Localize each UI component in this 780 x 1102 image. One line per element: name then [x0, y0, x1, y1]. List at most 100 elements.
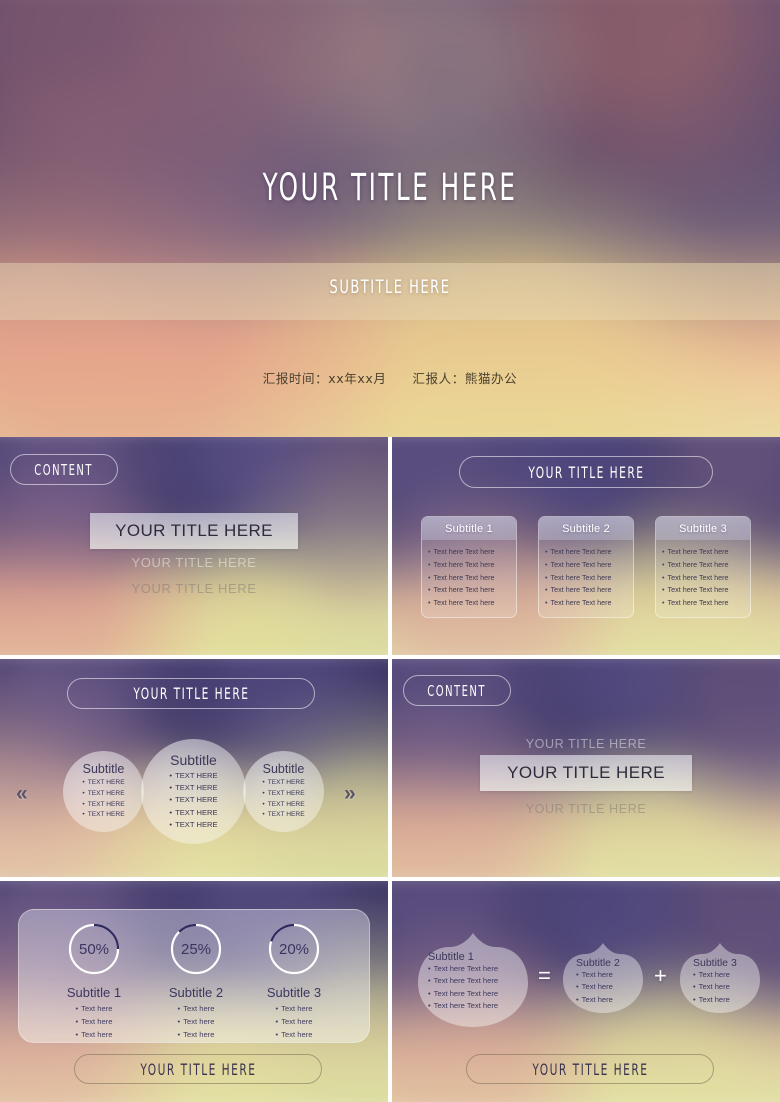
operator-plus: + [654, 963, 667, 988]
leaf-list-3: Text here Text here Text here [693, 969, 763, 1006]
stat-label-1: Subtitle 1 Text here Text here Text here [39, 985, 149, 1041]
report-author-label: 汇报人： [412, 371, 465, 386]
next-chevron-icon[interactable]: » [344, 782, 356, 806]
main-title-text: YOUR TITLE HERE [115, 521, 273, 540]
list-item: TEXT HERE [262, 778, 305, 789]
list-item: Text here [39, 1015, 149, 1028]
leaf-list-1: Text here Text here Text here Text here … [428, 963, 532, 1012]
slide-three-column-list[interactable]: YOUR TITLE HERE Subtitle 1 Text here Tex… [392, 437, 780, 655]
main-title-text: YOUR TITLE HERE [507, 763, 665, 782]
column-header-3: Subtitle 3 [656, 517, 750, 540]
list-item: Text here [239, 1002, 349, 1015]
list-item: Text here Text here [545, 597, 628, 610]
circle-head-1: Subtitle [82, 762, 125, 777]
list-item: Text here Text here [662, 572, 745, 585]
list-item: TEXT HERE [169, 807, 217, 819]
slide-section-divider-1[interactable]: CONTENT YOUR TITLE HERE YOUR TITLE HERE … [0, 437, 388, 655]
column-list-3: Text here Text here Text here Text here … [656, 540, 750, 617]
leaf-head-3: Subtitle 3 [693, 957, 737, 969]
ghost-title-1: YOUR TITLE HERE [131, 555, 257, 570]
list-item: Text here [239, 1028, 349, 1041]
stat-head-2: Subtitle 2 [168, 985, 224, 1000]
leaf-shape-2[interactable]: Subtitle 2 Text here Text here Text here [560, 937, 646, 1017]
list-item: TEXT HERE [82, 800, 125, 811]
stat-label-2: Subtitle 2 Text here Text here Text here [141, 985, 251, 1041]
circle-list-1: TEXT HERE TEXT HERE TEXT HERE TEXT HERE [82, 778, 125, 821]
list-item: TEXT HERE [262, 800, 305, 811]
content-badge[interactable]: CONTENT [10, 454, 118, 485]
column-card-1[interactable]: Subtitle 1 Text here Text here Text here… [421, 516, 517, 619]
ghost-title-1: YOUR TITLE HERE [525, 737, 647, 751]
list-item: TEXT HERE [82, 789, 125, 800]
circle-card-1[interactable]: Subtitle TEXT HERE TEXT HERE TEXT HERE T… [63, 751, 144, 832]
prev-chevron-icon[interactable]: « [16, 782, 28, 806]
list-item: TEXT HERE [262, 789, 305, 800]
report-date-label: 汇报时间： [262, 371, 329, 386]
list-item: Text here Text here [545, 584, 628, 597]
report-author-value: 熊猫办公 [464, 371, 518, 386]
list-item: Text here Text here [428, 559, 511, 572]
leaf-shape-3[interactable]: Subtitle 3 Text here Text here Text here [677, 937, 763, 1017]
circle-head-2: Subtitle [170, 751, 217, 768]
content-badge[interactable]: CONTENT [403, 675, 511, 706]
list-item: Text here [576, 969, 646, 981]
donut-chart-2: 25% [168, 921, 224, 977]
slide-percentage-donuts[interactable]: 50% 25% 20% Subtitle 1 Text here [0, 881, 388, 1102]
presentation-meta: 汇报时间：xx年xx月 汇报人：熊猫办公 [0, 368, 780, 387]
slide-equation-leaves[interactable]: Subtitle 1 Text here Text here Text here… [392, 881, 780, 1102]
list-item: Text here [693, 981, 763, 993]
list-item: Text here [141, 1002, 251, 1015]
ghost-title-2: YOUR TITLE HERE [131, 581, 257, 596]
donut-percent-1: 50% [78, 940, 110, 958]
list-item: Text here [141, 1015, 251, 1028]
column-list-1: Text here Text here Text here Text here … [422, 540, 516, 617]
circle-card-3[interactable]: Subtitle TEXT HERE TEXT HERE TEXT HERE T… [243, 751, 324, 832]
circle-list-3: TEXT HERE TEXT HERE TEXT HERE TEXT HERE [262, 778, 305, 821]
list-item: Text here Text here [662, 546, 745, 559]
stat-list-2: Text here Text here Text here [141, 1002, 251, 1041]
list-item: Text here [693, 969, 763, 981]
column-header-2: Subtitle 2 [539, 517, 633, 540]
stat-list-3: Text here Text here Text here [239, 1002, 349, 1041]
stat-head-1: Subtitle 1 [66, 985, 122, 1000]
report-date-value: xx年xx月 [328, 371, 387, 386]
circle-head-3: Subtitle [262, 762, 305, 777]
slide-thumbnail-grid: CONTENT YOUR TITLE HERE YOUR TITLE HERE … [0, 437, 780, 1102]
leaf-list-2: Text here Text here Text here [576, 969, 646, 1006]
stat-head-3: Subtitle 3 [266, 985, 322, 1000]
stat-list-1: Text here Text here Text here [39, 1002, 149, 1041]
column-card-3[interactable]: Subtitle 3 Text here Text here Text here… [655, 516, 751, 619]
list-item: Text here Text here [545, 559, 628, 572]
list-item: Text here Text here [545, 546, 628, 559]
slide-section-divider-2[interactable]: CONTENT YOUR TITLE HERE YOUR TITLE HERE … [392, 659, 780, 877]
donut-percent-2: 25% [180, 940, 212, 958]
circle-card-2[interactable]: Subtitle TEXT HERE TEXT HERE TEXT HERE T… [141, 739, 246, 844]
list-item: Text here Text here [428, 597, 511, 610]
list-item: TEXT HERE [262, 810, 305, 821]
list-item: Text here [39, 1028, 149, 1041]
list-item: Text here Text here [428, 988, 532, 1000]
list-item: Text here Text here [428, 572, 511, 585]
footer-title-pill[interactable]: YOUR TITLE HERE [74, 1054, 322, 1084]
leaf-head-2: Subtitle 2 [576, 957, 620, 969]
circle-list-2: TEXT HERE TEXT HERE TEXT HERE TEXT HERE … [169, 770, 217, 831]
slide-three-circle-diagram[interactable]: YOUR TITLE HERE « Subtitle TEXT HERE TEX… [0, 659, 388, 877]
list-item: Text here [141, 1028, 251, 1041]
list-item: TEXT HERE [169, 794, 217, 806]
column-header-1: Subtitle 1 [422, 517, 516, 540]
list-item: TEXT HERE [169, 770, 217, 782]
main-title-block: YOUR TITLE HERE [90, 513, 298, 549]
leaf-head-1: Subtitle 1 [428, 951, 474, 963]
list-item: Text here Text here [545, 572, 628, 585]
list-item: Text here Text here [428, 584, 511, 597]
donut-percent-3: 20% [278, 940, 310, 958]
title-slide: YOUR TITLE HERE SUBTITLE HERE 汇报时间：xx年xx… [0, 0, 780, 437]
column-card-2[interactable]: Subtitle 2 Text here Text here Text here… [538, 516, 634, 619]
leaf-shape-1[interactable]: Subtitle 1 Text here Text here Text here… [414, 925, 532, 1033]
ghost-title-2: YOUR TITLE HERE [525, 802, 647, 816]
list-item: Text here [239, 1015, 349, 1028]
list-item: Text here Text here [662, 559, 745, 572]
footer-title-pill[interactable]: YOUR TITLE HERE [466, 1054, 714, 1084]
list-item: TEXT HERE [82, 810, 125, 821]
stat-label-3: Subtitle 3 Text here Text here Text here [239, 985, 349, 1041]
